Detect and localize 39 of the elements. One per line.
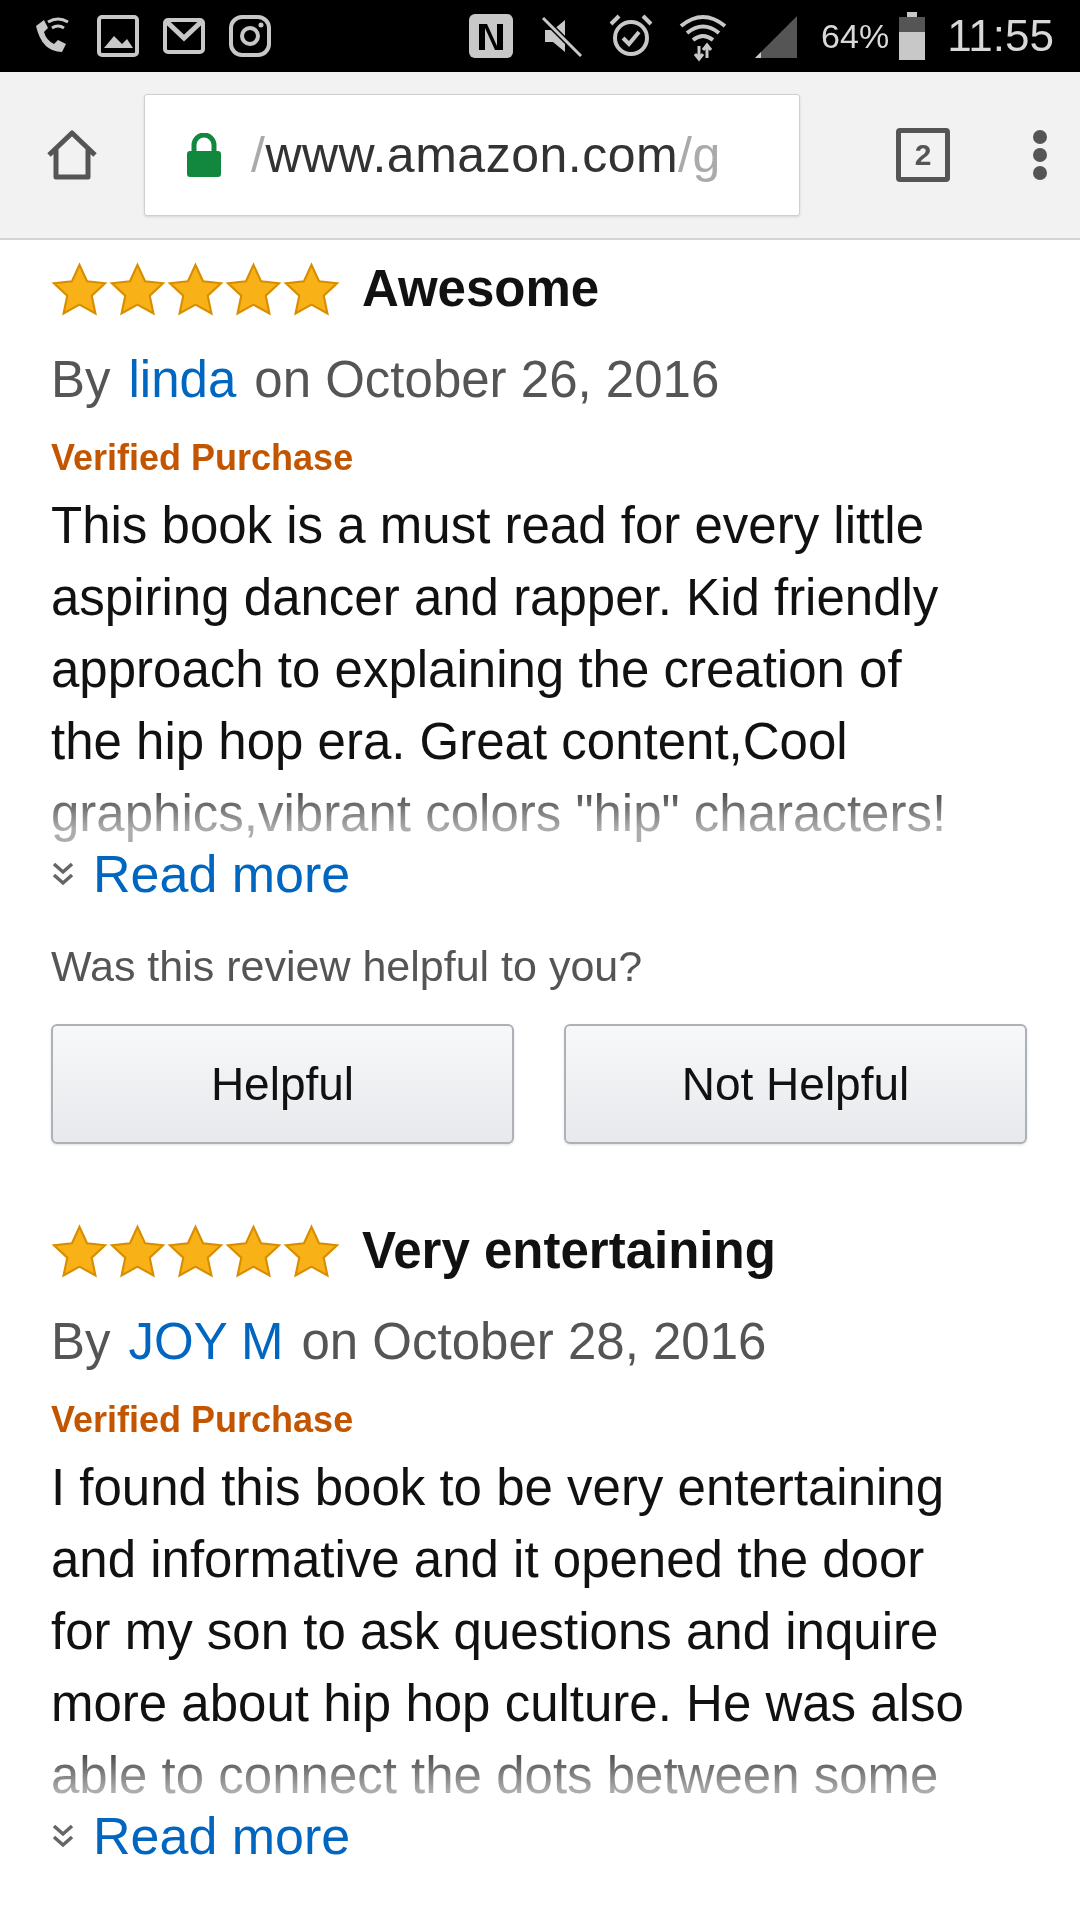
author-link[interactable]: linda — [128, 342, 237, 419]
read-more-link[interactable]: Read more — [51, 842, 351, 906]
review-title: Very entertaining — [362, 1220, 776, 1281]
verified-purchase-label: Verified Purchase — [51, 1400, 354, 1440]
battery-icon — [899, 12, 926, 60]
tab-count-button[interactable]: 2 — [896, 128, 950, 182]
review-date: on October 28, 2016 — [301, 1312, 767, 1372]
review-title: Awesome — [362, 258, 600, 319]
helpful-question: Was this review helpful to you? — [51, 941, 643, 992]
star-icon — [283, 1224, 340, 1278]
url-text: /www.amazon.com/g — [251, 125, 721, 185]
read-more-link[interactable]: Read more — [51, 1804, 351, 1868]
battery-percent: 64% — [821, 15, 890, 57]
star-icon — [167, 1224, 224, 1278]
star-icon — [283, 262, 340, 316]
star-icon — [51, 1224, 108, 1278]
by-label: By — [51, 1312, 111, 1372]
star-icon — [109, 1224, 166, 1278]
star-icon — [167, 262, 224, 316]
by-label: By — [51, 350, 111, 410]
helpful-vote-button[interactable]: Helpful — [51, 1024, 514, 1144]
star-icon — [225, 1224, 282, 1278]
verified-purchase-label: Verified Purchase — [51, 438, 354, 478]
menu-icon — [1032, 129, 1048, 181]
nfc-icon — [467, 12, 516, 60]
helpful-vote-button[interactable]: Not Helpful — [564, 1024, 1027, 1144]
star-icon — [225, 262, 282, 316]
star-icon — [51, 262, 108, 316]
menu-button[interactable] — [1030, 127, 1050, 183]
author-link[interactable]: JOY M — [128, 1304, 284, 1381]
review-text: This book is a must read for every little aspiring dancer and rapper. Kid friendly approach to explaining the creation of the hip hop era. Great content,Cool graphics,vibrant colors "hip" characters! — [51, 496, 948, 844]
review-date: on October 26, 2016 — [254, 350, 720, 410]
address-bar[interactable]: /www.amazon.com/g — [144, 94, 800, 216]
star-icon — [109, 262, 166, 316]
image-icon — [96, 14, 140, 58]
camera-icon — [228, 14, 272, 58]
review-text: I found this book to be very entertaining and informative and it opened the door for my son to ask questions and inquire more about hip hop culture. He was also able to connect the dots between some — [51, 1458, 965, 1806]
lock-icon — [185, 133, 223, 177]
clock-time: 11:55 — [947, 10, 1054, 62]
